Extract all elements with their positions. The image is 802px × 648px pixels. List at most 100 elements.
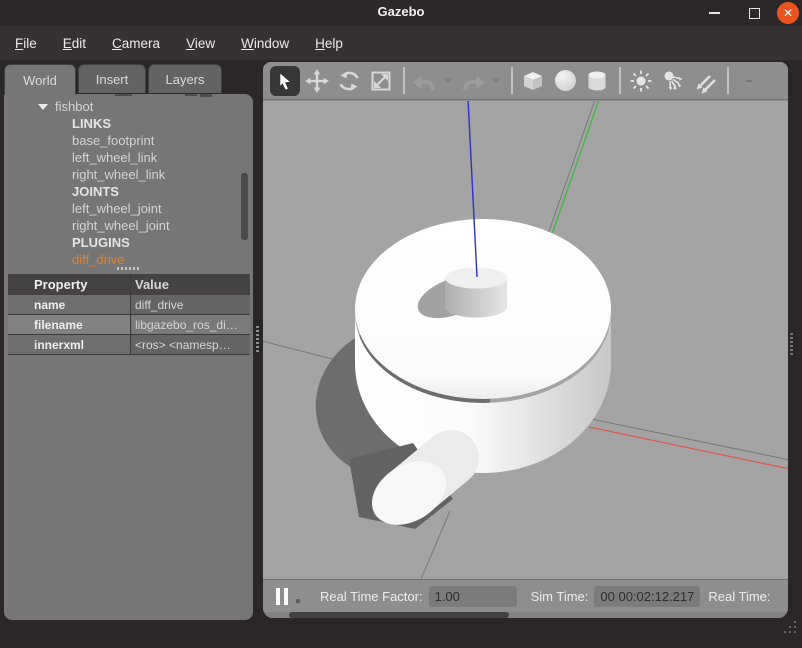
toolbar-overflow-dash bbox=[746, 80, 752, 82]
point-light-button[interactable] bbox=[626, 66, 656, 96]
menu-camera[interactable]: Camera bbox=[99, 36, 173, 51]
tree-item-joints[interactable]: JOINTS bbox=[4, 183, 253, 200]
right-panel-splitter[interactable] bbox=[790, 333, 793, 357]
viewport: Real Time Factor: 1.00 Sim Time: 00 00:0… bbox=[263, 62, 788, 618]
world-panel-body: fishbot LINKS base_footprint left_wheel_… bbox=[4, 94, 253, 620]
directional-light-icon bbox=[692, 68, 718, 94]
tree-item-base-footprint[interactable]: base_footprint bbox=[4, 132, 253, 149]
undo-button[interactable] bbox=[410, 66, 440, 96]
titlebar: Gazebo ✕ bbox=[0, 0, 802, 26]
left-panel: World Insert Layers fishbot LINKS base_f… bbox=[4, 64, 253, 620]
prop-innerxml-value: <ros> <namesp… bbox=[131, 335, 251, 355]
clipped-row-remnant bbox=[185, 94, 197, 96]
redo-dropdown-caret[interactable] bbox=[492, 78, 500, 83]
real-time-label: Real Time: bbox=[708, 589, 770, 604]
gazebo-window: Gazebo ✕ File Edit Camera View Window He… bbox=[0, 0, 802, 648]
world-tree: fishbot LINKS base_footprint left_wheel_… bbox=[4, 98, 253, 268]
menu-view[interactable]: View bbox=[173, 36, 228, 51]
tree-item-links[interactable]: LINKS bbox=[4, 115, 253, 132]
rtf-label: Real Time Factor: bbox=[320, 589, 423, 604]
add-box-button[interactable] bbox=[518, 66, 548, 96]
select-tool-button[interactable] bbox=[270, 66, 300, 96]
prop-filename-value: libgazebo_ros_di… bbox=[131, 315, 251, 335]
cylinder-icon bbox=[584, 68, 610, 94]
expand-triangle-icon[interactable] bbox=[38, 104, 48, 110]
undo-dropdown-caret[interactable] bbox=[444, 78, 452, 83]
scrollbar-thumb[interactable] bbox=[289, 612, 509, 618]
menu-window[interactable]: Window bbox=[228, 36, 302, 51]
panel-viewport-splitter[interactable] bbox=[256, 326, 259, 354]
scene-3d bbox=[263, 101, 788, 579]
clipped-row-remnant bbox=[200, 94, 212, 97]
add-cylinder-button[interactable] bbox=[582, 66, 612, 96]
close-icon: ✕ bbox=[777, 2, 799, 24]
tree-item-left-wheel-joint[interactable]: left_wheel_joint bbox=[4, 200, 253, 217]
maximize-button[interactable] bbox=[740, 0, 768, 26]
scale-icon bbox=[369, 69, 393, 93]
tree-item-right-wheel-link[interactable]: right_wheel_link bbox=[4, 166, 253, 183]
tab-layers[interactable]: Layers bbox=[148, 64, 222, 93]
tree-item-diff-drive[interactable]: diff_drive bbox=[4, 251, 253, 268]
toolbar-separator bbox=[511, 67, 513, 94]
translate-tool-button[interactable] bbox=[302, 66, 332, 96]
rtf-value-box: 1.00 bbox=[429, 586, 517, 607]
minimize-button[interactable] bbox=[700, 0, 728, 26]
redo-icon bbox=[459, 70, 487, 92]
property-table-header: Property Value bbox=[8, 274, 250, 295]
toolbar-separator bbox=[403, 67, 405, 94]
tree-item-fishbot[interactable]: fishbot bbox=[4, 98, 253, 115]
select-arrow-icon bbox=[275, 71, 295, 91]
menu-edit[interactable]: Edit bbox=[50, 36, 99, 51]
window-title: Gazebo bbox=[0, 4, 802, 19]
window-resize-grip[interactable] bbox=[784, 621, 798, 635]
point-light-icon bbox=[628, 68, 654, 94]
table-row[interactable]: filename libgazebo_ros_di… bbox=[8, 315, 250, 335]
header-value: Value bbox=[131, 274, 251, 295]
toolbar-separator bbox=[619, 67, 621, 94]
prop-filename: filename bbox=[30, 315, 131, 335]
prop-name-value: diff_drive bbox=[131, 295, 251, 315]
menu-file[interactable]: File bbox=[2, 36, 50, 51]
add-sphere-button[interactable] bbox=[550, 66, 580, 96]
translate-icon bbox=[305, 69, 329, 93]
render-canvas[interactable] bbox=[263, 101, 788, 579]
tree-table-splitter[interactable] bbox=[117, 267, 141, 270]
header-property: Property bbox=[30, 274, 131, 295]
tree-item-plugins[interactable]: PLUGINS bbox=[4, 234, 253, 251]
property-table: Property Value name diff_drive filename … bbox=[8, 274, 250, 355]
scale-tool-button[interactable] bbox=[366, 66, 396, 96]
table-row[interactable]: innerxml <ros> <namesp… bbox=[8, 335, 250, 355]
undo-icon bbox=[411, 70, 439, 92]
spot-light-icon bbox=[660, 68, 686, 94]
menu-help[interactable]: Help bbox=[302, 36, 356, 51]
tree-item-right-wheel-joint[interactable]: right_wheel_joint bbox=[4, 217, 253, 234]
step-button[interactable] bbox=[296, 599, 300, 603]
tree-scrollbar[interactable] bbox=[241, 173, 248, 240]
clipped-row-remnant bbox=[115, 94, 132, 96]
viewport-toolbar bbox=[263, 62, 788, 100]
maximize-icon bbox=[749, 8, 760, 19]
tab-world[interactable]: World bbox=[4, 64, 76, 95]
rotate-icon bbox=[337, 69, 361, 93]
tab-insert[interactable]: Insert bbox=[78, 64, 146, 93]
rotate-tool-button[interactable] bbox=[334, 66, 364, 96]
pause-button[interactable] bbox=[276, 588, 288, 605]
toolbar-separator bbox=[727, 67, 729, 94]
table-row[interactable]: name diff_drive bbox=[8, 295, 250, 315]
prop-name: name bbox=[30, 295, 131, 315]
menubar: File Edit Camera View Window Help bbox=[0, 26, 802, 60]
directional-light-button[interactable] bbox=[690, 66, 720, 96]
minimize-icon bbox=[709, 12, 720, 14]
panel-tabs: World Insert Layers bbox=[4, 64, 224, 94]
spot-light-button[interactable] bbox=[658, 66, 688, 96]
horizontal-scrollbar[interactable] bbox=[263, 612, 788, 618]
sphere-icon bbox=[555, 70, 576, 91]
box-icon bbox=[520, 68, 546, 94]
prop-innerxml: innerxml bbox=[30, 335, 131, 355]
redo-button[interactable] bbox=[458, 66, 488, 96]
close-button[interactable]: ✕ bbox=[775, 0, 801, 26]
sim-time-label: Sim Time: bbox=[531, 589, 589, 604]
tree-item-left-wheel-link[interactable]: left_wheel_link bbox=[4, 149, 253, 166]
pause-icon bbox=[276, 588, 280, 605]
sim-time-value-box: 00 00:02:12.217 bbox=[594, 586, 700, 607]
